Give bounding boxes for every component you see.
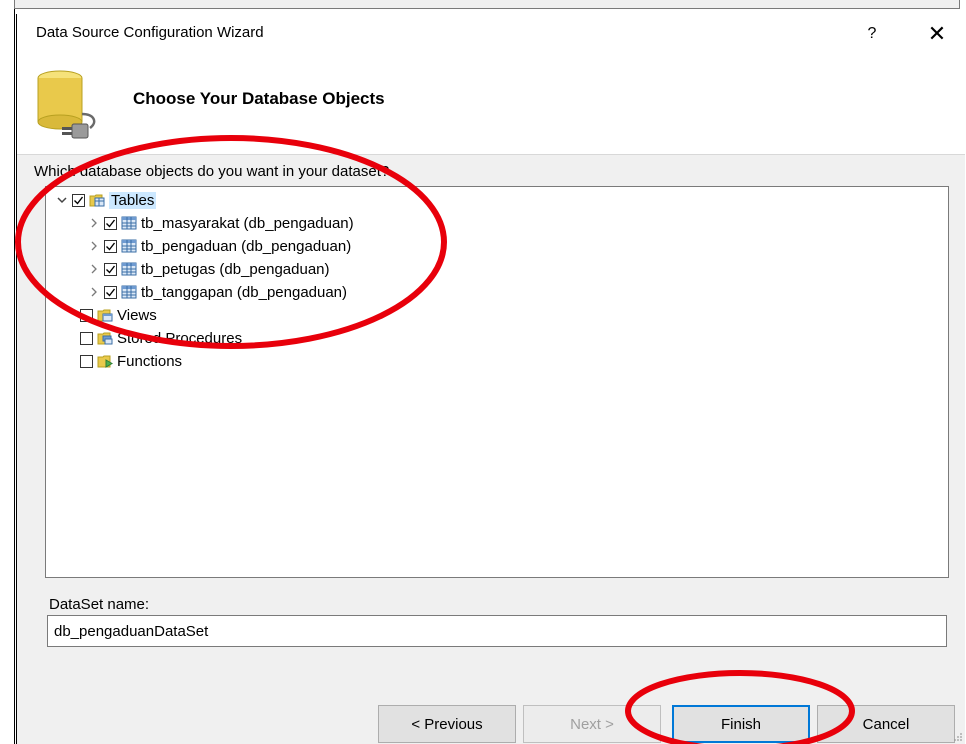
chevron-right-icon[interactable] <box>84 236 104 256</box>
tree-node-functions[interactable]: Functions <box>80 350 182 372</box>
checkbox-stored-procedures[interactable] <box>80 331 93 345</box>
tree-node-tables[interactable]: Tables <box>52 189 157 211</box>
chevron-right-icon[interactable] <box>84 213 104 233</box>
checkbox-table[interactable] <box>104 216 117 230</box>
tree-label-table: tb_masyarakat (db_pengaduan) <box>141 214 354 232</box>
checkbox-views[interactable] <box>80 308 93 322</box>
checkbox-tables[interactable] <box>72 193 85 207</box>
dataset-name-label: DataSet name: <box>49 596 150 613</box>
finish-button[interactable]: Finish <box>672 705 810 743</box>
checkbox-table[interactable] <box>104 285 117 299</box>
chevron-down-icon[interactable] <box>52 190 72 210</box>
background-top-edge <box>14 0 960 9</box>
tree-node-table[interactable]: tb_pengaduan (db_pengaduan) <box>84 235 351 257</box>
tree-node-stored-procedures[interactable]: Stored Procedures <box>80 327 242 349</box>
next-button[interactable]: Next > <box>523 705 661 743</box>
tables-folder-icon <box>89 194 105 207</box>
tree-node-table[interactable]: tb_tanggapan (db_pengaduan) <box>84 281 347 303</box>
table-grid-icon <box>121 239 137 253</box>
resize-grip-icon[interactable] <box>953 732 963 742</box>
views-folder-icon <box>97 309 113 322</box>
tree-label-functions: Functions <box>117 352 183 370</box>
page-title: Choose Your Database Objects <box>133 89 385 108</box>
tree-label-views: Views <box>117 306 157 324</box>
close-button[interactable]: ✕ <box>921 18 953 50</box>
help-button[interactable]: ? <box>856 18 888 50</box>
background-left-edge <box>0 0 15 744</box>
tree-node-views[interactable]: Views <box>80 304 157 326</box>
previous-button[interactable]: < Previous <box>378 705 516 743</box>
database-objects-tree[interactable]: Tables tb_masyarakat (db_pengaduan) tb_p… <box>45 186 949 578</box>
chevron-right-icon[interactable] <box>84 259 104 279</box>
table-grid-icon <box>121 285 137 299</box>
tree-label-table: tb_pengaduan (db_pengaduan) <box>141 237 352 255</box>
table-grid-icon <box>121 216 137 230</box>
checkbox-table[interactable] <box>104 262 117 276</box>
checkbox-table[interactable] <box>104 239 117 253</box>
wizard-body: Which database objects do you want in yo… <box>17 155 965 744</box>
tree-node-table[interactable]: tb_petugas (db_pengaduan) <box>84 258 330 280</box>
chevron-right-icon[interactable] <box>84 282 104 302</box>
table-grid-icon <box>121 262 137 276</box>
tree-label-stored-procedures: Stored Procedures <box>117 329 243 347</box>
checkbox-functions[interactable] <box>80 354 93 368</box>
dialog-title: Data Source Configuration Wizard <box>36 24 264 41</box>
wizard-header: Choose Your Database Objects <box>17 54 965 155</box>
functions-folder-icon <box>97 355 113 368</box>
cancel-button[interactable]: Cancel <box>817 705 955 743</box>
database-plug-icon <box>37 70 96 139</box>
title-bar: Data Source Configuration Wizard ? ✕ <box>17 14 965 54</box>
tree-label-table: tb_tanggapan (db_pengaduan) <box>141 283 348 301</box>
wizard-dialog: Data Source Configuration Wizard ? ✕ Cho… <box>16 14 965 744</box>
tree-node-table[interactable]: tb_masyarakat (db_pengaduan) <box>84 212 354 234</box>
dataset-name-input[interactable] <box>47 615 947 647</box>
objects-question-label: Which database objects do you want in yo… <box>34 163 390 180</box>
tree-label-tables: Tables <box>109 191 157 209</box>
tree-label-table: tb_petugas (db_pengaduan) <box>141 260 330 278</box>
procedures-folder-icon <box>97 332 113 345</box>
